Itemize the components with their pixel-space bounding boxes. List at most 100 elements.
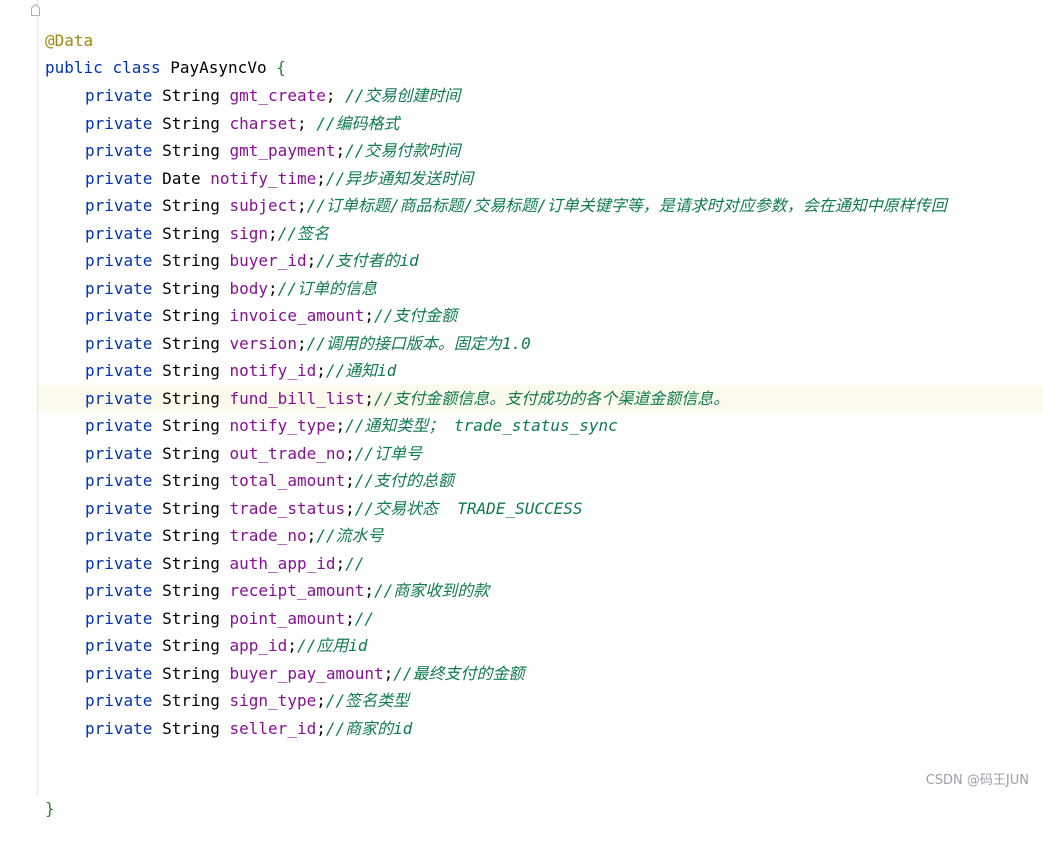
field-type: String (162, 416, 220, 435)
field-name: version (229, 333, 297, 353)
semicolon: ; (316, 718, 326, 738)
modifier-keyword: private (85, 388, 153, 408)
field-comment: //通知类型； trade_status_sync (345, 416, 618, 435)
modifier-keyword: private (85, 718, 153, 738)
modifier-keyword: private (85, 141, 153, 160)
field-line: private String subject;//订单标题/商品标题/交易标题/… (38, 192, 1043, 219)
semicolon: ; (335, 416, 346, 435)
field-type: String (162, 718, 220, 738)
modifier-keyword: private (85, 663, 153, 683)
field-line: private String app_id;//应用id (38, 632, 1043, 659)
field-comment: //支付者的id (316, 251, 419, 270)
field-type: String (162, 278, 220, 298)
field-name: charset (229, 113, 297, 133)
semicolon: ; (345, 471, 355, 490)
field-type: String (162, 636, 220, 655)
field-type: Date (162, 168, 201, 188)
field-name: sign (229, 223, 269, 243)
field-line: private String seller_id;//商家的id (38, 715, 1043, 742)
modifier-keyword: private (85, 278, 153, 298)
field-name: buyer_pay_amount (229, 663, 384, 683)
modifier-keyword: private (85, 581, 153, 600)
modifier-keyword: private (85, 553, 153, 573)
field-name: out_trade_no (229, 443, 346, 463)
field-type: String (162, 581, 220, 600)
field-type: String (162, 471, 220, 490)
field-comment: //通知id (325, 361, 397, 380)
field-name: auth_app_id (229, 553, 336, 573)
field-line: private String gmt_create; //交易创建时间 (38, 82, 1043, 109)
semicolon: ; (364, 581, 375, 600)
field-type: String (162, 196, 220, 215)
semicolon: ; (345, 608, 355, 628)
field-comment: //订单标题/商品标题/交易标题/订单关键字等，是请求时对应参数，会在通知中原样… (306, 196, 947, 215)
modifier-keyword: private (85, 113, 153, 133)
field-line: private String charset; //编码格式 (38, 110, 1043, 137)
field-type: String (162, 361, 220, 380)
field-type: String (162, 691, 220, 710)
field-line: private String trade_no;//流水号 (38, 522, 1043, 549)
field-comment: //调用的接口版本。固定为1.0 (306, 333, 531, 353)
field-name: gmt_create (229, 86, 326, 105)
semicolon: ; (316, 361, 326, 380)
field-comment: //应用id (296, 636, 368, 655)
semicolon: ; (383, 663, 394, 683)
field-type: String (162, 388, 220, 408)
field-name: receipt_amount (229, 581, 365, 600)
semicolon: ; (325, 86, 346, 105)
field-line: private String trade_status;//交易状态 TRADE… (38, 495, 1043, 522)
field-comment: //订单号 (354, 443, 423, 463)
field-type: String (162, 526, 220, 545)
field-line: private String body;//订单的信息 (38, 275, 1043, 302)
semicolon: ; (287, 636, 297, 655)
field-comment: //商家收到的款 (374, 581, 490, 600)
field-comment: //商家的id (325, 718, 413, 738)
field-line: private String auth_app_id;// (38, 550, 1043, 577)
code-line: @Data (38, 0, 1043, 50)
semicolon: ; (296, 196, 307, 215)
field-comment: //支付金额 (374, 306, 458, 325)
field-line: private String sign_type;//签名类型 (38, 687, 1043, 714)
field-comment: //交易创建时间 (345, 86, 461, 105)
field-comment: //异步通知发送时间 (325, 168, 474, 188)
field-type: String (162, 306, 220, 325)
field-line: private String invoice_amount;//支付金额 (38, 302, 1043, 329)
field-name: buyer_id (229, 251, 307, 270)
field-comment: //交易状态 TRADE_SUCCESS (354, 498, 583, 518)
semicolon: ; (335, 141, 346, 160)
field-type: String (162, 251, 220, 270)
code-line: public class PayAsyncVo { (38, 27, 1043, 77)
modifier-keyword: private (85, 333, 153, 353)
field-name: notify_id (229, 361, 317, 380)
close-brace: } (45, 799, 55, 818)
semicolon: ; (345, 498, 355, 518)
field-line: private String notify_id;//通知id (38, 357, 1043, 384)
field-comment: // (354, 608, 375, 628)
field-comment: //订单的信息 (277, 278, 377, 298)
field-comment: //签名 (277, 223, 329, 243)
field-name: trade_status (229, 498, 346, 518)
field-type: String (162, 333, 220, 353)
open-brace: { (276, 58, 286, 77)
code-editor[interactable]: @Data public class PayAsyncVo { private … (38, 0, 1043, 818)
modifier-keyword: private (85, 498, 153, 518)
field-line: private String gmt_payment;//交易付款时间 (38, 137, 1043, 164)
semicolon: ; (316, 691, 326, 710)
modifier-keyword: private (85, 86, 153, 105)
modifier-keyword: private (85, 416, 153, 435)
field-type: String (162, 141, 220, 160)
field-comment: //交易付款时间 (345, 141, 461, 160)
field-comment: //支付的总额 (354, 471, 455, 490)
keyword-public: public (45, 58, 103, 77)
modifier-keyword: private (85, 251, 153, 270)
semicolon: ; (268, 278, 278, 298)
field-line: private Date notify_time;//异步通知发送时间 (38, 165, 1043, 192)
field-line: private String version;//调用的接口版本。固定为1.0 (38, 330, 1043, 357)
field-line: private String receipt_amount;//商家收到的款 (38, 577, 1043, 604)
semicolon: ; (306, 251, 317, 270)
field-name: gmt_payment (229, 141, 336, 160)
semicolon: ; (296, 333, 307, 353)
field-type: String (162, 113, 220, 133)
modifier-keyword: private (85, 168, 153, 188)
semicolon: ; (345, 443, 355, 463)
